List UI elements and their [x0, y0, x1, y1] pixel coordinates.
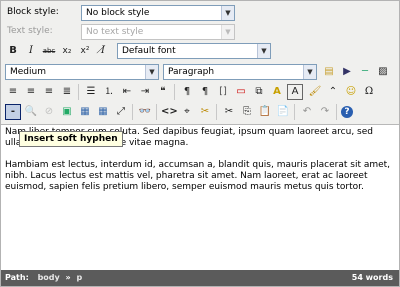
tooltip: Insert soft hyphen [19, 131, 123, 147]
rtl-button[interactable]: ¶ [197, 84, 213, 100]
ltr-button[interactable]: ¶ [179, 84, 195, 100]
block-style-value: No block style [86, 8, 150, 18]
insert-image-icon[interactable]: ▣ [59, 104, 75, 120]
word-count: 54 words [351, 273, 393, 282]
format-value: Paragraph [168, 67, 215, 77]
undo-icon[interactable]: ↶ [299, 104, 315, 120]
link-icon[interactable]: 🔍 [23, 104, 39, 120]
toolbar-separator [174, 84, 175, 100]
paste-text-icon[interactable]: 📄 [275, 104, 291, 120]
paste-icon[interactable]: 📋 [257, 104, 273, 120]
blockquote-button[interactable]: ❝ [155, 84, 171, 100]
remove-format-button[interactable]: I̸ [95, 43, 111, 59]
toolbar-separator [132, 104, 133, 120]
unlink-icon[interactable]: ⊘ [41, 104, 57, 120]
superscript-button[interactable]: x² [77, 43, 93, 59]
pencil-icon[interactable]: 🖌 [307, 84, 323, 100]
cleanup-icon[interactable]: ✂ [197, 104, 213, 120]
indent-button[interactable]: ⇥ [137, 84, 153, 100]
font-size-select[interactable]: Medium ▼ [5, 64, 159, 80]
folder-icon[interactable]: ▤ [321, 64, 337, 80]
chevron-down-icon: ▼ [257, 44, 270, 58]
page-break-icon[interactable]: ⧉ [251, 84, 267, 100]
font-color-icon[interactable]: A [287, 84, 303, 100]
status-bar: Path: body » p 54 words [1, 270, 399, 286]
numbered-list-button[interactable]: ⒈ [101, 84, 117, 100]
element-path: Path: body » p [5, 270, 82, 286]
toolbar-separator [216, 104, 217, 120]
redo-icon[interactable]: ↷ [317, 104, 333, 120]
visual-aid-icon[interactable]: ⌖ [179, 104, 195, 120]
abbr-icon[interactable]: ▭ [233, 84, 249, 100]
font-family-select[interactable]: Default font ▼ [117, 43, 271, 59]
cut-icon[interactable]: ✂ [221, 104, 237, 120]
bold-button[interactable]: B [5, 43, 21, 59]
chevron-down-icon: ▼ [145, 65, 158, 79]
path-crumb-p[interactable]: p [77, 273, 83, 282]
table-grid-icon[interactable]: ▦ [95, 104, 111, 120]
block-style-label: Block style: [7, 7, 59, 17]
code-icon[interactable]: <> [161, 104, 178, 120]
toolbar-separator [294, 104, 295, 120]
path-separator: » [65, 273, 71, 282]
text-style-select[interactable]: No text style ▼ [81, 24, 235, 40]
content-paragraph: Hambiam est lectus, interdum id, accumsa… [5, 160, 391, 192]
justify-full-button[interactable]: ≣ [59, 84, 75, 100]
toolbar-separator [156, 104, 157, 120]
hr-icon[interactable]: ─ [357, 64, 373, 80]
bullet-list-button[interactable]: ☰ [83, 84, 99, 100]
editor-toolbar: Block style: No block style ▼ Text style… [1, 1, 399, 125]
subscript-button[interactable]: x₂ [59, 43, 75, 59]
justify-right-button[interactable]: ≡ [41, 84, 57, 100]
fullscreen-icon[interactable]: ⤢ [113, 104, 129, 120]
toolbar-separator [78, 84, 79, 100]
chevron-down-icon: ▼ [221, 25, 234, 39]
strikethrough-button[interactable]: abc [41, 43, 57, 59]
highlight-icon[interactable]: A [269, 84, 285, 100]
chevron-down-icon: ▼ [221, 6, 234, 20]
image-icon[interactable]: ▨ [375, 64, 391, 80]
attributes-icon[interactable]: [] [215, 84, 231, 100]
comment-icon[interactable]: ▶ [339, 64, 355, 80]
text-style-label: Text style: [7, 26, 53, 36]
copy-icon[interactable]: ⎘ [239, 104, 255, 120]
italic-button[interactable]: I [23, 43, 39, 59]
toolbar-separator [336, 104, 337, 120]
text-style-value: No text style [86, 27, 144, 37]
chevron-down-icon: ▼ [303, 65, 316, 79]
path-label: Path: [5, 273, 29, 282]
soft-hyphen-button[interactable]: - [5, 104, 21, 120]
chevron-up-icon[interactable]: ⌃ [325, 84, 341, 100]
help-icon[interactable]: ? [341, 106, 353, 118]
find-icon[interactable]: 👓 [137, 104, 153, 120]
justify-center-button[interactable]: ≡ [23, 84, 39, 100]
font-size-value: Medium [10, 67, 46, 77]
emoticon-icon[interactable]: ☺ [343, 84, 359, 100]
font-family-value: Default font [122, 46, 176, 56]
special-char-icon[interactable]: Ω [361, 84, 377, 100]
rich-text-editor: Block style: No block style ▼ Text style… [0, 0, 400, 287]
block-style-select[interactable]: No block style ▼ [81, 5, 235, 21]
format-select[interactable]: Paragraph ▼ [163, 64, 317, 80]
justify-left-button[interactable]: ≡ [5, 84, 21, 100]
table-icon[interactable]: ▦ [77, 104, 93, 120]
path-crumb-body[interactable]: body [38, 273, 60, 282]
outdent-button[interactable]: ⇤ [119, 84, 135, 100]
